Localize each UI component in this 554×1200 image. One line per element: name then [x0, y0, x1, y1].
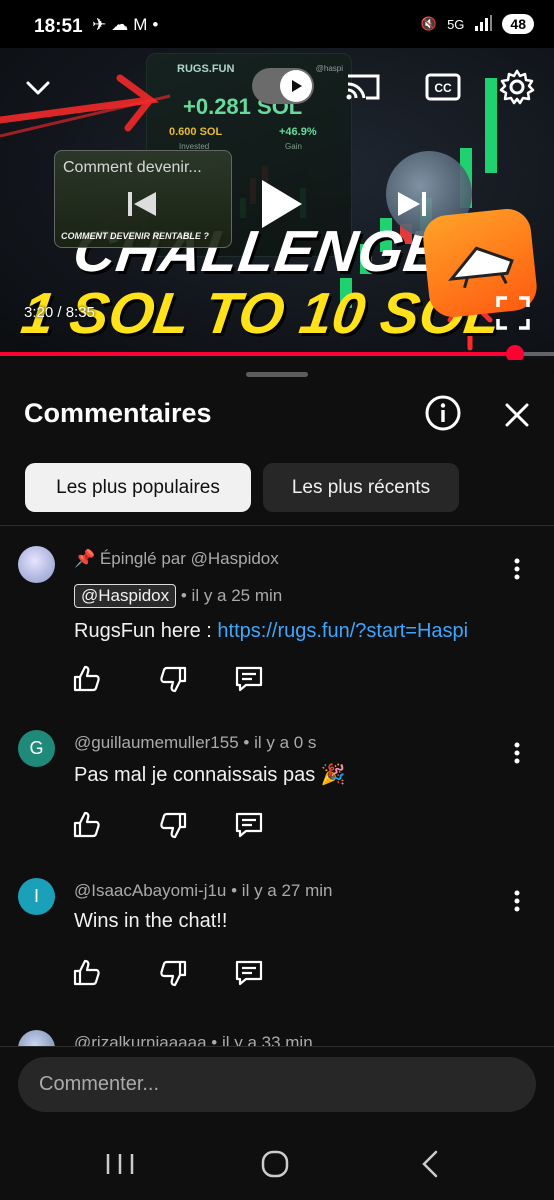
gmail-icon: M [133, 15, 153, 34]
pin-icon: 📌 [74, 549, 96, 568]
notification-icons: ✈☁M• [92, 15, 163, 35]
next-icon[interactable] [394, 186, 432, 222]
status-bar: 18:51 ✈☁M• 🔇 5G 48 [0, 0, 554, 48]
comments-title: Commentaires [24, 398, 212, 428]
video-player[interactable]: RUGS.FUN @haspi +0.281 SOL 0.600 SOL +46… [0, 48, 554, 358]
comment-author[interactable]: @IsaacAbayomi-j1u [74, 881, 226, 900]
filter-newest-comments[interactable]: Les plus récents [263, 463, 459, 512]
comment-author[interactable]: @Haspidox [74, 584, 177, 608]
signal-icon [474, 14, 493, 34]
avatar[interactable]: I [18, 878, 55, 915]
play-icon[interactable] [252, 176, 308, 232]
network-label: 5G [447, 16, 465, 32]
video-time-label: 3:20 / 8:35 [24, 304, 95, 321]
cast-icon[interactable] [344, 68, 382, 106]
comment-link[interactable]: https://rugs.fun/?start=Haspi [217, 620, 468, 642]
comment-item: G @guillaumemuller155 • il y a 0 s Pas m… [0, 730, 554, 850]
divider [0, 1046, 554, 1047]
captions-icon[interactable]: CC [424, 68, 462, 106]
filter-top-comments[interactable]: Les plus populaires [25, 463, 251, 512]
preview-title: Comment devenir... [63, 159, 202, 176]
comment-text: Wins in the chat!! [74, 910, 228, 932]
minimize-chevron-icon[interactable] [20, 70, 56, 106]
autoplay-toggle[interactable] [252, 68, 314, 104]
battery-indicator: 48 [502, 14, 534, 34]
weather-icon: ☁ [111, 15, 134, 34]
fullscreen-icon[interactable] [494, 294, 532, 332]
settings-gear-icon[interactable] [498, 68, 536, 106]
back-icon[interactable] [410, 1146, 450, 1182]
progress-fill [0, 352, 516, 356]
avatar[interactable]: G [18, 730, 55, 767]
previous-icon[interactable] [122, 186, 160, 222]
system-nav-bar [0, 1116, 554, 1200]
comment-item: 📌 Épinglé par @Haspidox @Haspidox • il y… [0, 546, 554, 696]
dislike-icon[interactable] [158, 664, 188, 694]
comment-author[interactable]: @guillaumemuller155 [74, 733, 239, 752]
comments-list[interactable]: 📌 Épinglé par @Haspidox @Haspidox • il y… [0, 526, 554, 1046]
comment-header: @IsaacAbayomi-j1u • il y a 27 min [74, 881, 333, 901]
avatar[interactable] [18, 1030, 55, 1046]
comment-time: • il y a 25 min [180, 586, 283, 605]
recent-apps-icon[interactable] [100, 1146, 140, 1182]
system-icons: 🔇 5G 48 [421, 14, 534, 34]
comment-time: • il y a 33 min [206, 1033, 313, 1046]
comment-input-container[interactable] [18, 1057, 536, 1112]
comment-header: @guillaumemuller155 • il y a 0 s [74, 733, 316, 753]
more-options-icon[interactable] [506, 886, 528, 916]
video-progress-bar[interactable] [0, 345, 554, 363]
like-icon[interactable] [72, 810, 102, 840]
comment-text: RugsFun here : https://rugs.fun/?start=H… [74, 620, 469, 642]
dislike-icon[interactable] [158, 958, 188, 988]
like-icon[interactable] [72, 664, 102, 694]
reply-icon[interactable] [234, 810, 264, 840]
telegram-icon: ✈ [92, 15, 112, 34]
comment-time: • il y a 0 s [238, 733, 317, 752]
like-icon[interactable] [72, 958, 102, 988]
drag-handle[interactable] [246, 372, 308, 377]
autoplay-play-icon [280, 70, 312, 102]
dislike-icon[interactable] [158, 810, 188, 840]
home-icon[interactable] [255, 1146, 295, 1182]
comments-sheet: Commentaires Les plus populaires Les plu… [0, 360, 554, 1200]
avatar[interactable] [18, 546, 55, 583]
svg-text:CC: CC [434, 81, 452, 95]
pinned-label: 📌 Épinglé par @Haspidox [74, 549, 279, 568]
more-options-icon[interactable] [506, 738, 528, 768]
preview-subtitle: COMMENT DEVENIR RENTABLE ? [61, 231, 209, 241]
status-time: 18:51 [34, 16, 83, 37]
comment-input[interactable] [37, 1072, 521, 1097]
comment-item: I @IsaacAbayomi-j1u • il y a 27 min Wins… [0, 878, 554, 998]
reply-icon[interactable] [234, 664, 264, 694]
more-options-icon[interactable] [506, 554, 528, 584]
comment-header: @Haspidox • il y a 25 min [74, 584, 282, 608]
comment-author[interactable]: @rizalkurniaaaaa [74, 1033, 207, 1046]
comment-item: @rizalkurniaaaaa • il y a 33 min [0, 1030, 554, 1046]
mute-icon: 🔇 [420, 16, 438, 31]
dot-icon: • [152, 15, 164, 34]
comment-time: • il y a 27 min [226, 881, 333, 900]
info-icon[interactable] [424, 394, 462, 432]
close-icon[interactable] [498, 396, 536, 434]
comment-header: @rizalkurniaaaaa • il y a 33 min [74, 1033, 313, 1046]
comment-text: Pas mal je connaissais pas 🎉 [74, 764, 346, 786]
reply-icon[interactable] [234, 958, 264, 988]
